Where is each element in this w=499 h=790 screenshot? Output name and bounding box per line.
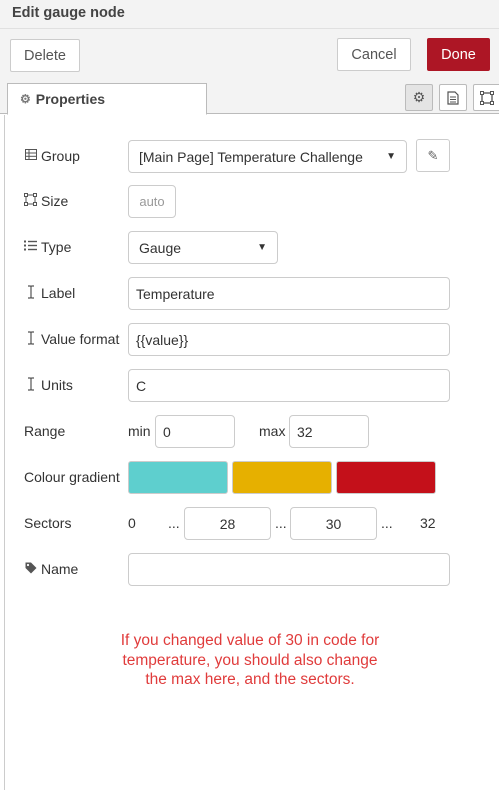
table-icon	[24, 149, 37, 163]
label-label: Label	[41, 285, 76, 301]
edit-group-button[interactable]: ✎	[416, 139, 450, 172]
name-row-label: Name	[24, 559, 78, 579]
tab-properties[interactable]: ⚙ Properties	[7, 83, 207, 115]
group-select[interactable]: [Main Page] Temperature Challenge ▼	[128, 140, 407, 173]
label-input[interactable]: Temperature	[128, 277, 450, 310]
colour-swatch-1[interactable]	[128, 461, 228, 494]
range-min-input[interactable]: 0	[155, 415, 235, 448]
list-icon	[24, 240, 37, 254]
chevron-down-icon: ▼	[257, 242, 267, 253]
colour-swatch-3[interactable]	[336, 461, 436, 494]
colour-gradient-row-label: Colour gradient	[24, 467, 120, 487]
text-cursor-icon	[24, 376, 37, 394]
sector-1-input[interactable]: 28	[184, 507, 271, 540]
sectors-row-label: Sectors	[24, 513, 71, 533]
group-select-value: [Main Page] Temperature Challenge	[139, 148, 363, 165]
settings-tab-icon[interactable]: ⚙	[405, 84, 433, 111]
name-label: Name	[41, 561, 79, 577]
units-row-label: Units	[24, 375, 73, 395]
units-input[interactable]: C	[128, 369, 450, 402]
sectors-separator: ...	[381, 515, 393, 531]
sector-2-input[interactable]: 30	[290, 507, 377, 540]
note-line-2: temperature, you should also change	[122, 651, 378, 669]
delete-button[interactable]: Delete	[10, 39, 80, 72]
appearance-tab-icon[interactable]	[473, 84, 499, 111]
done-button[interactable]: Done	[427, 38, 490, 71]
range-label: Range	[24, 423, 66, 439]
sectors-separator: ...	[275, 515, 287, 531]
description-tab-icon[interactable]	[439, 84, 467, 111]
type-label: Type	[41, 239, 72, 255]
range-max-input[interactable]: 32	[289, 415, 369, 448]
group-label: Group	[41, 148, 80, 164]
annotation-note: If you changed value of 30 in code for t…	[90, 631, 410, 690]
tabs-row: ⚙ Properties ⚙	[0, 80, 499, 115]
gear-icon: ⚙	[412, 89, 426, 105]
gear-icon: ⚙	[20, 92, 31, 106]
sectors-end-value: 32	[420, 515, 436, 531]
note-line-3: the max here, and the sectors.	[145, 671, 355, 688]
colour-gradient-label: Colour gradient	[24, 469, 120, 485]
value-format-row-label: Value format	[24, 329, 119, 349]
text-cursor-icon	[24, 284, 37, 302]
appearance-icon	[480, 90, 494, 105]
label-row-label: Label	[24, 283, 75, 303]
range-min-label: min	[128, 423, 151, 439]
size-label: Size	[41, 193, 69, 209]
chevron-down-icon: ▼	[386, 151, 396, 162]
type-row-label: Type	[24, 237, 71, 257]
button-row: Delete Cancel Done	[0, 29, 499, 80]
range-max-label: max	[259, 423, 286, 439]
note-line-1: If you changed value of 30 in code for	[120, 632, 380, 649]
colour-swatch-2[interactable]	[232, 461, 332, 494]
name-input[interactable]	[128, 553, 450, 586]
cancel-button[interactable]: Cancel	[337, 38, 411, 71]
tag-icon	[24, 562, 37, 577]
pencil-icon: ✎	[427, 147, 439, 163]
sectors-start-value: 0	[128, 515, 136, 531]
tab-properties-label: Properties	[35, 91, 106, 107]
resize-icon	[24, 193, 37, 209]
range-row-label: Range	[24, 421, 65, 441]
sectors-separator: ...	[168, 515, 180, 531]
units-label: Units	[41, 377, 73, 393]
description-icon	[447, 90, 459, 105]
type-select[interactable]: Gauge ▼	[128, 231, 278, 264]
type-select-value: Gauge	[139, 239, 182, 256]
dialog-title: Edit gauge node	[12, 5, 125, 21]
size-row-label: Size	[24, 191, 68, 211]
sectors-label: Sectors	[24, 515, 72, 531]
value-format-input[interactable]: {{value}}	[128, 323, 450, 356]
group-row-label: Group	[24, 146, 80, 166]
text-cursor-icon	[24, 330, 37, 348]
value-format-label: Value format	[41, 331, 120, 347]
dialog-title-bar: Edit gauge node	[0, 0, 499, 29]
size-button[interactable]: auto	[128, 185, 176, 218]
